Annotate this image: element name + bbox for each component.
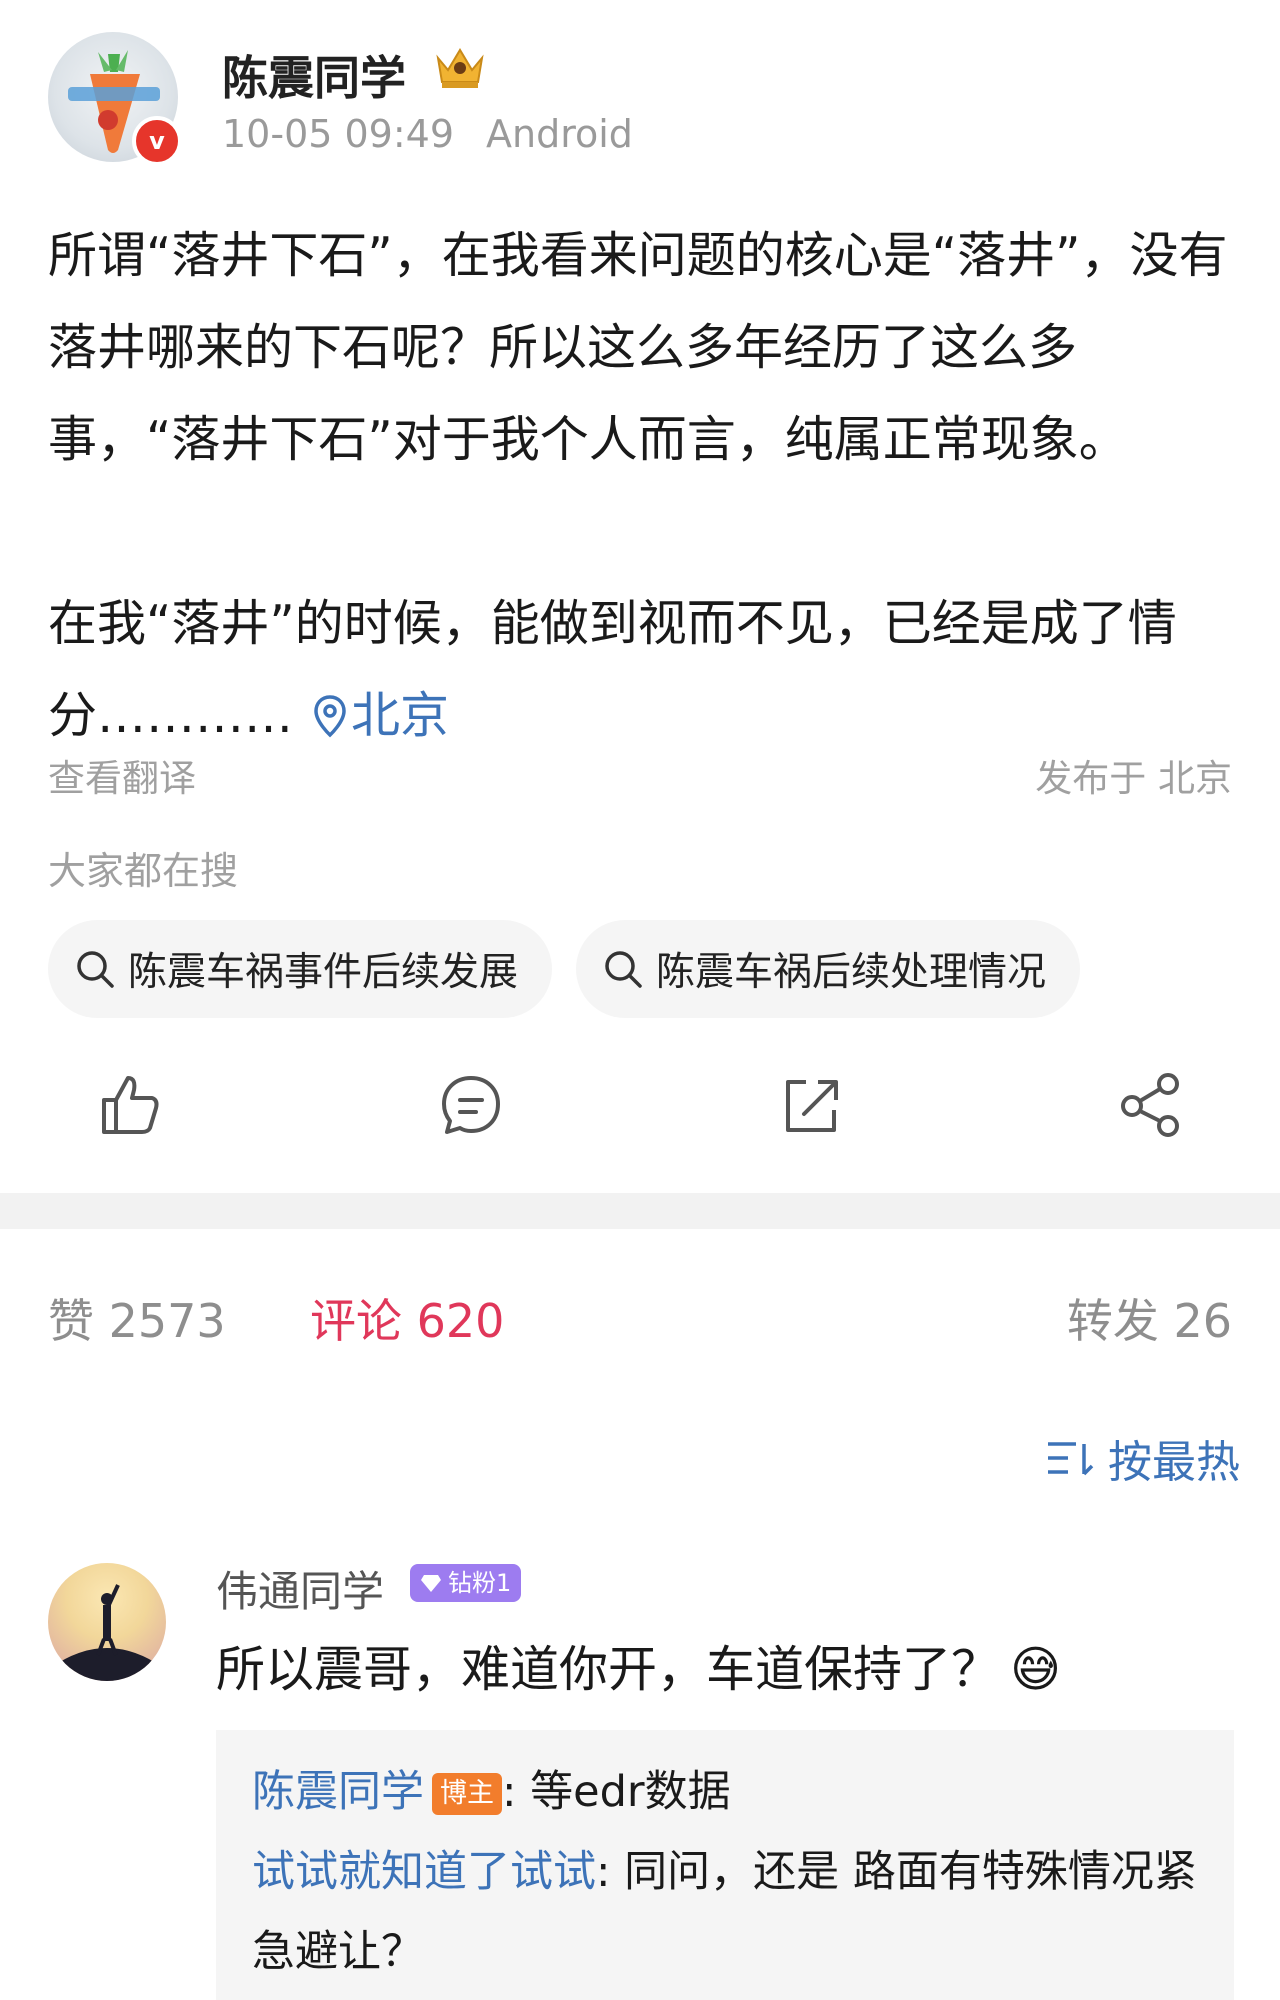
thumbs-up-icon[interactable] (94, 1070, 164, 1140)
location-pin-icon (314, 695, 346, 738)
reply-user[interactable]: 陈震同学 (252, 1767, 424, 1817)
tab-likes[interactable]: 赞 2573 (48, 1285, 226, 1351)
host-badge: 博主 (432, 1773, 502, 1815)
emoji-icon: 😅 (1010, 1641, 1062, 1698)
search-icon (77, 951, 114, 988)
section-divider (0, 1193, 1280, 1229)
fan-badge[interactable]: 钻粉1 (410, 1564, 522, 1602)
trending-label: 大家都在搜 (48, 849, 239, 893)
location-link[interactable]: 北京 (293, 687, 449, 744)
reply-user[interactable]: 试试就知道了试试 (252, 1847, 596, 1897)
commenter-avatar[interactable] (48, 1563, 166, 1681)
sort-button[interactable]: 按最热 (1046, 1426, 1240, 1490)
fan-badge-label: 钻粉1 (448, 1569, 512, 1597)
reply-item: 陈震同学 博主: 等edr数据 (252, 1752, 1198, 1832)
share-icon[interactable] (1116, 1070, 1186, 1140)
post-paragraph-text: 在我“落井”的时候，能做到视而不见，已经是成了情分………… (48, 595, 1177, 744)
comment-text: 所以震哥，难道你开，车道保持了？ 😅 (216, 1630, 1061, 1701)
repost-icon[interactable] (776, 1070, 846, 1140)
diamond-icon (421, 1575, 441, 1592)
tab-comments[interactable]: 评论 620 (310, 1285, 504, 1351)
crown-icon (436, 48, 484, 88)
reply-item: 试试就知道了试试: 同问，还是 路面有特殊情况紧急避让？ (252, 1832, 1198, 1992)
location-label: 北京 (351, 687, 450, 744)
post-time: 10-05 09:49 (222, 112, 455, 156)
post-body: 所谓“落井下石”，在我看来问题的核心是“落井”，没有落井哪来的下石呢？所以这么多… (48, 210, 1233, 762)
trending-search-text: 陈震车祸事件后续发展 (128, 950, 519, 995)
replies-box[interactable]: 陈震同学 博主: 等edr数据 试试就知道了试试: 同问，还是 路面有特殊情况紧急… (216, 1730, 1234, 2000)
published-location: 发布于 北京 (1035, 757, 1232, 800)
reply-text: : 等edr数据 (502, 1767, 731, 1817)
comment-body: 所以震哥，难道你开，车道保持了？ (216, 1641, 1001, 1698)
verified-icon: v (132, 116, 182, 166)
sort-label: 按最热 (1108, 1437, 1240, 1488)
trending-search-chip[interactable]: 陈震车祸后续处理情况 (576, 920, 1081, 1018)
trending-search-chip[interactable]: 陈震车祸事件后续发展 (48, 920, 553, 1018)
comment-icon[interactable] (436, 1070, 506, 1140)
author-name[interactable]: 陈震同学 (222, 42, 406, 108)
translate-link[interactable]: 查看翻译 (48, 748, 196, 802)
post-meta: 10-05 09:49 Android (222, 112, 633, 156)
tab-reposts[interactable]: 转发 26 (1067, 1285, 1232, 1351)
commenter-name[interactable]: 伟通同学 (216, 1558, 384, 1619)
post-device: Android (486, 112, 633, 156)
post-paragraph: 所谓“落井下石”，在我看来问题的核心是“落井”，没有落井哪来的下石呢？所以这么多… (48, 227, 1228, 468)
post-paragraph: 在我“落井”的时候，能做到视而不见，已经是成了情分………… 北京 (48, 578, 1233, 762)
trending-search-text: 陈震车祸后续处理情况 (656, 950, 1047, 995)
sort-icon (1048, 1442, 1094, 1476)
search-icon (605, 951, 642, 988)
